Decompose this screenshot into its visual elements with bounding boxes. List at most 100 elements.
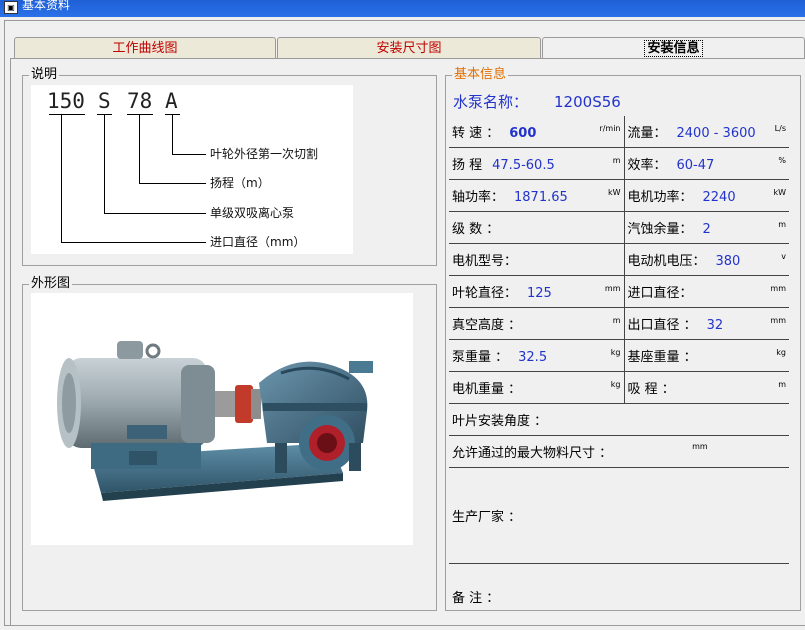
spec-cell-right: 电动机电压： 380 v (623, 243, 789, 276)
spec-unit: m (778, 380, 786, 389)
spec-unit: kg (610, 348, 621, 357)
spec-unit: m (612, 156, 621, 165)
spec-row: 轴功率： 1871.65 kW 电机功率： 2240 kW (449, 179, 789, 212)
spec-label: 扬 程 (452, 158, 483, 173)
spec-label: 电机型号： (452, 254, 518, 269)
spec-unit: kg (610, 380, 621, 389)
spec-unit: % (778, 156, 786, 165)
spec-cell-right: 基座重量 ： kg (623, 339, 789, 372)
spec-label: 出口直径 ： (627, 318, 697, 333)
spec-unit: kW (773, 188, 786, 197)
spec-value: 2 (702, 222, 711, 237)
model-code-part-size: 150 (47, 89, 85, 113)
spec-value: 2400 - 3600 (676, 126, 756, 141)
window-titlebar: ▣ 基本资料 (0, 0, 805, 17)
spec-row: 泵重量 ： 32.5 kg 基座重量 ： kg (449, 339, 789, 372)
leader-type-h (104, 213, 206, 214)
appearance-group-title: 外形图 (29, 276, 73, 292)
spec-cell-left: 转 速 ： 600 r/min (449, 116, 624, 148)
blade-angle-label: 叶片安装角度 ： (452, 414, 548, 429)
spec-value: 32 (706, 318, 724, 333)
model-code-diagram: 150 S 78 A 叶轮外径第一次切割 扬程（m） 单级双吸离心泵 进口直径（… (31, 85, 353, 254)
pump-illustration (57, 341, 373, 501)
description-group-title: 说明 (29, 67, 60, 83)
spec-row: 真空高度 ： m 出口直径 ： 32 mm (449, 307, 789, 340)
spec-cell-right: 吸 程 ： m (623, 371, 789, 404)
spec-unit: kW (607, 188, 621, 197)
tab-install-dimensions[interactable]: 安装尺寸图 (277, 37, 541, 59)
spec-label: 电机重量 ： (452, 382, 522, 397)
spec-row: 级 数 ： 汽蚀余量： 2 m (449, 211, 789, 244)
spec-label: 汽蚀余量： (627, 222, 693, 237)
spec-row: 电机重量 ： kg 吸 程 ： m (449, 371, 789, 404)
spec-row: 叶轮直径： 125 mm 进口直径： mm (449, 275, 789, 308)
spec-cell-right: 流量： 2400 - 3600 L/s (623, 116, 789, 148)
pump-name-value: 1200S56 (554, 93, 621, 111)
spec-cell-left: 轴功率： 1871.65 kW (449, 179, 624, 212)
spec-unit: m (778, 220, 786, 229)
spec-cell-left: 级 数 ： (449, 211, 624, 244)
spec-cell-right: 效率： 60-47% (623, 147, 789, 180)
model-code-part-head: 78 (127, 89, 153, 113)
spec-row-remarks: 备 注 ： (449, 564, 789, 629)
pump-name: 水泵名称： 1200S56 (453, 92, 621, 112)
spec-value: 1871.65 (514, 190, 568, 205)
manufacturer-label: 生产厂家 ： (452, 510, 522, 525)
max-particle-unit: mm (692, 442, 708, 451)
spec-unit: mm (770, 284, 786, 293)
spec-cell-left: 扬 程 47.5-60.5 m (449, 147, 624, 180)
tab-install-info[interactable]: 安装信息 (542, 37, 805, 59)
spec-row: 电机型号： 电动机电压： 380 v (449, 243, 789, 276)
spec-label: 电机功率： (627, 190, 693, 205)
underline-size (49, 114, 85, 115)
pump-name-label: 水泵名称： (453, 93, 529, 111)
spec-label: 流量： (627, 126, 667, 141)
leader-type-v (104, 115, 105, 213)
leader-size-h (61, 242, 206, 243)
spec-label: 真空高度 ： (452, 318, 522, 333)
explanation-size: 进口直径（mm） (210, 235, 306, 249)
spec-unit: L/s (774, 124, 786, 133)
explanation-cut: 叶轮外径第一次切割 (210, 147, 319, 161)
model-code-part-type: S (98, 89, 111, 113)
pump-photo (31, 293, 413, 545)
spec-cell-left: 泵重量 ： 32.5 kg (449, 339, 624, 372)
spec-value: 600 (509, 126, 537, 141)
spec-label: 泵重量 ： (452, 350, 509, 365)
leader-size-v (61, 115, 62, 242)
spec-value: 125 (527, 286, 552, 301)
spec-cell-right: 电机功率： 2240 kW (623, 179, 789, 212)
spec-label: 电动机电压： (627, 254, 706, 269)
spec-cell-right: 出口直径 ： 32 mm (623, 307, 789, 340)
spec-cell-right: 进口直径： mm (623, 275, 789, 308)
spec-label: 轴功率： (452, 190, 505, 205)
spec-label: 叶轮直径： (452, 286, 518, 301)
spec-value: 380 (715, 254, 741, 269)
spec-row-max-particle: 允许通过的最大物料尺寸 ： mm (449, 435, 789, 468)
spec-value: 32.5 (518, 350, 548, 365)
leader-cut-v (172, 115, 173, 154)
spec-label: 级 数 ： (452, 222, 500, 237)
model-code-part-cut: A (165, 89, 178, 113)
spec-unit: kg (776, 348, 786, 357)
explanation-type: 单级双吸离心泵 (210, 206, 295, 220)
spec-unit: mm (770, 316, 786, 325)
spec-cell-left: 电机重量 ： kg (449, 371, 624, 404)
spec-value: 2240 (702, 190, 736, 205)
leader-cut-h (172, 154, 206, 155)
spec-cell-left: 叶轮直径： 125 mm (449, 275, 624, 308)
spec-unit: mm (604, 284, 621, 293)
window-title: 基本资料 (22, 0, 71, 12)
max-particle-label: 允许通过的最大物料尺寸 ： (452, 446, 613, 461)
spec-cell-left: 电机型号： (449, 243, 624, 276)
spec-label: 基座重量 ： (627, 350, 697, 365)
tab-work-curve[interactable]: 工作曲线图 (14, 37, 276, 59)
spec-value: 60-47 (676, 158, 715, 173)
spec-cell-right: 汽蚀余量： 2 m (623, 211, 789, 244)
spec-label: 效率： (627, 158, 667, 173)
spec-unit: r/min (599, 124, 621, 133)
spec-unit: m (612, 316, 621, 325)
spec-label: 进口直径： (627, 286, 693, 301)
remarks-label: 备 注 ： (452, 590, 500, 606)
spec-label: 转 速 ： (452, 126, 500, 141)
